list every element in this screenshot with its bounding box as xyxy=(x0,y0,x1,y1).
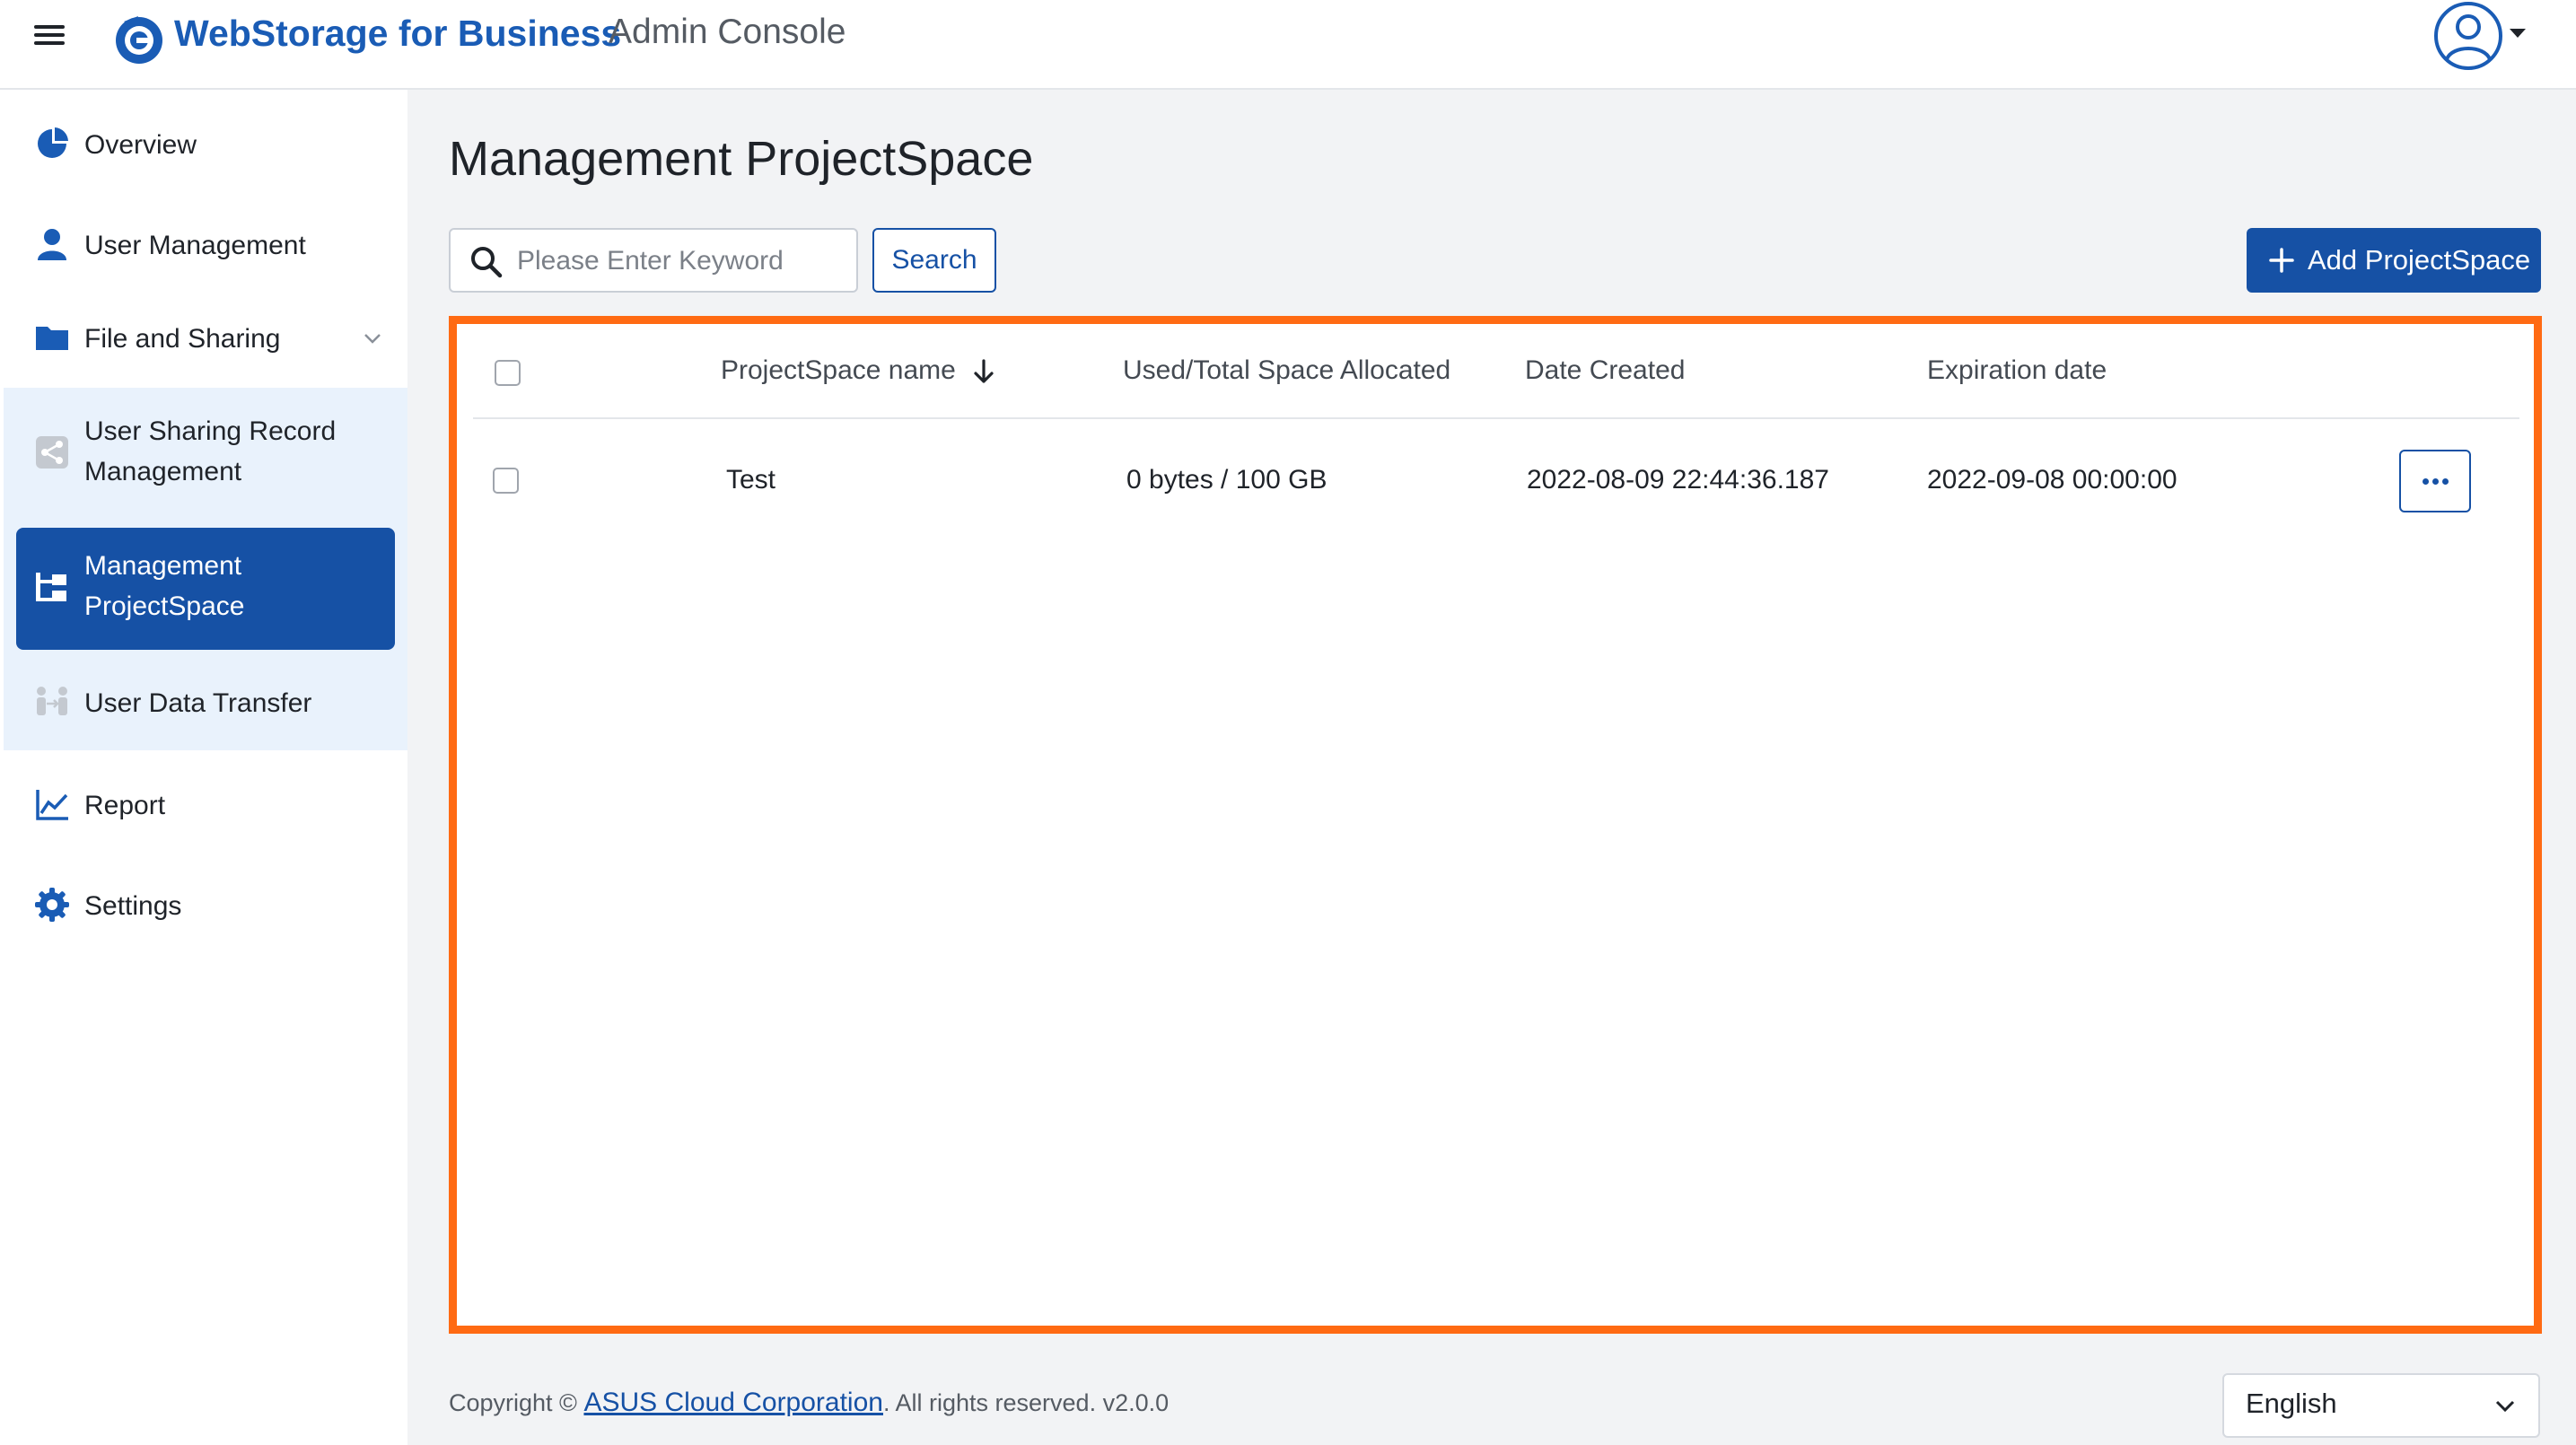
space-cell: 0 bytes / 100 GB xyxy=(1126,465,1327,495)
hierarchy-icon xyxy=(36,573,66,601)
sidebar-item-label: User Management xyxy=(84,230,306,260)
sidebar-item-file-and-sharing[interactable]: File and Sharing xyxy=(4,318,407,359)
user-icon xyxy=(38,229,66,260)
folder-icon xyxy=(36,327,68,350)
footer: Copyright © ASUS Cloud Corporation. All … xyxy=(449,1388,1169,1418)
chevron-down-icon[interactable] xyxy=(363,328,382,348)
gear-icon xyxy=(35,888,69,922)
sidebar-item-user-data-transfer[interactable]: User Data Transfer xyxy=(4,682,407,723)
page-title: Management ProjectSpace xyxy=(449,132,1034,186)
pie-chart-icon xyxy=(38,127,68,158)
search-button[interactable]: Search xyxy=(872,228,996,293)
date-created-cell: 2022-08-09 22:44:36.187 xyxy=(1527,465,1829,495)
company-link[interactable]: ASUS Cloud Corporation xyxy=(583,1388,883,1417)
column-header-space: Used/Total Space Allocated xyxy=(1123,355,1451,385)
sidebar-item-overview[interactable]: Overview xyxy=(4,124,407,165)
sidebar-item-label: User Data Transfer xyxy=(84,687,312,718)
sidebar-item-settings[interactable]: Settings xyxy=(4,885,407,926)
sidebar-item-label: User Sharing Record Management xyxy=(84,416,337,486)
search-input[interactable] xyxy=(517,237,849,285)
projectspace-table: ProjectSpace name Used/Total Space Alloc… xyxy=(449,316,2542,1334)
sidebar-item-label: Settings xyxy=(84,890,182,921)
main-content: Management ProjectSpace Search Add Proje… xyxy=(407,90,2576,1445)
search-icon xyxy=(471,247,503,278)
expiration-date-cell: 2022-09-08 00:00:00 xyxy=(1927,465,2177,495)
line-chart-icon xyxy=(36,790,68,820)
plus-icon xyxy=(2269,248,2294,273)
sidebar-item-label: File and Sharing xyxy=(84,323,281,354)
row-checkbox[interactable] xyxy=(493,468,519,494)
webstorage-logo-icon[interactable] xyxy=(111,11,167,66)
column-header-expiration-date: Expiration date xyxy=(1927,355,2107,385)
sidebar-item-report[interactable]: Report xyxy=(4,784,407,826)
sidebar-item-label: Overview xyxy=(84,129,197,160)
sidebar: Overview User Management File and Sharin… xyxy=(0,90,407,1445)
chevron-down-icon xyxy=(2495,1400,2515,1413)
copyright-suffix: . All rights reserved. v2.0.0 xyxy=(882,1389,1170,1416)
brand-name[interactable]: WebStorage for Business xyxy=(174,13,621,55)
add-projectspace-button[interactable]: Add ProjectSpace xyxy=(2247,228,2541,293)
transfer-icon xyxy=(37,687,67,715)
sidebar-item-label: Report xyxy=(84,790,166,820)
sidebar-item-user-sharing-record[interactable]: User Sharing Record Management xyxy=(4,411,407,494)
user-avatar-icon[interactable] xyxy=(2431,0,2506,75)
language-select[interactable]: English xyxy=(2222,1373,2540,1438)
more-options-button[interactable] xyxy=(2399,450,2471,512)
column-header-name[interactable]: ProjectSpace name xyxy=(721,353,995,389)
sidebar-item-label: Management ProjectSpace xyxy=(84,551,245,621)
top-header: WebStorage for Business Admin Console xyxy=(0,0,2576,90)
caret-down-icon[interactable] xyxy=(2510,29,2526,38)
table-row[interactable]: Test 0 bytes / 100 GB 2022-08-09 22:44:3… xyxy=(473,421,2519,543)
select-all-checkbox[interactable] xyxy=(495,360,521,386)
add-projectspace-label: Add ProjectSpace xyxy=(2308,244,2531,276)
sidebar-item-user-management[interactable]: User Management xyxy=(4,224,407,266)
arrow-down-icon[interactable] xyxy=(972,358,995,385)
menu-icon[interactable] xyxy=(34,22,65,52)
search-field[interactable] xyxy=(449,228,858,293)
language-value: English xyxy=(2246,1388,2337,1419)
sidebar-item-management-projectspace[interactable]: Management ProjectSpace xyxy=(4,546,407,628)
copyright-prefix: Copyright © xyxy=(449,1389,577,1416)
table-header: ProjectSpace name Used/Total Space Alloc… xyxy=(473,324,2519,419)
console-subtitle: Admin Console xyxy=(609,13,846,51)
column-header-date-created: Date Created xyxy=(1525,355,1686,385)
projectspace-name-cell: Test xyxy=(726,465,776,495)
share-icon xyxy=(36,436,68,469)
